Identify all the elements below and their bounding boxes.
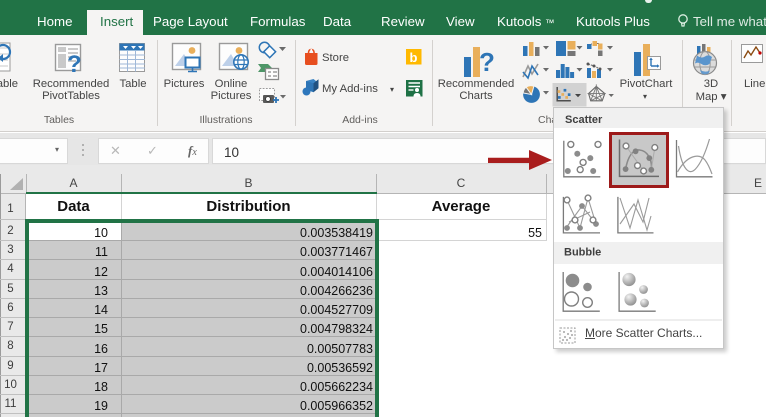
svg-text:b: b [410, 50, 418, 65]
svg-text:Bubble: Bubble [564, 247, 601, 259]
svg-text:?: ? [479, 47, 495, 77]
svg-text:?: ? [67, 51, 82, 78]
